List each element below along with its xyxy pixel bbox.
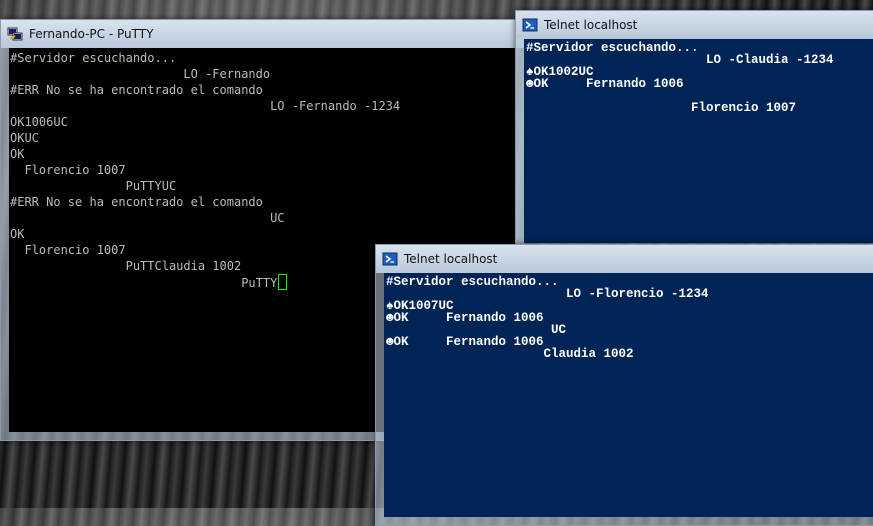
terminal-cursor: [278, 274, 288, 290]
powershell-icon: [382, 251, 398, 267]
telnet-terminal[interactable]: #Servidor escuchando... LO -Claudia -123…: [524, 39, 873, 243]
telnet-window-bottom[interactable]: Telnet localhost #Servidor escuchando...…: [375, 244, 873, 526]
putty-titlebar[interactable]: Fernando-PC - PuTTY: [1, 20, 524, 48]
putty-line: OK: [10, 147, 25, 161]
putty-line: OK1006UC: [10, 115, 68, 129]
putty-title: Fernando-PC - PuTTY: [29, 27, 154, 41]
telnet-title: Telnet localhost: [404, 252, 498, 266]
putty-line: Florencio 1007: [10, 163, 126, 177]
putty-line: LO -Fernando: [10, 67, 271, 81]
putty-line: OKUC: [10, 131, 39, 145]
putty-icon: [7, 26, 23, 42]
telnet-line: ☻OK Fernando 1006: [526, 77, 684, 91]
putty-line: PuTTY: [10, 276, 278, 290]
putty-line: #Servidor escuchando...: [10, 51, 177, 65]
putty-line: #ERR No se ha encontrado el comando: [10, 195, 263, 209]
telnet-terminal[interactable]: #Servidor escuchando... LO -Florencio -1…: [384, 273, 873, 517]
putty-line: UC: [10, 211, 285, 225]
putty-line: LO -Fernando -1234: [10, 99, 401, 113]
telnet-window-top[interactable]: Telnet localhost #Servidor escuchando...…: [515, 10, 873, 252]
putty-line: OK: [10, 227, 25, 241]
putty-line: PuTTYUC: [10, 179, 177, 193]
telnet-line: Florencio 1007: [526, 101, 797, 115]
telnet-titlebar[interactable]: Telnet localhost: [516, 11, 873, 39]
powershell-icon: [522, 17, 538, 33]
telnet-line: Claudia 1002: [386, 347, 634, 361]
telnet-titlebar[interactable]: Telnet localhost: [376, 245, 873, 273]
telnet-title: Telnet localhost: [544, 18, 638, 32]
putty-line: Florencio 1007: [10, 243, 126, 257]
putty-line: #ERR No se ha encontrado el comando: [10, 83, 263, 97]
putty-line: PuTTClaudia 1002: [10, 259, 242, 273]
